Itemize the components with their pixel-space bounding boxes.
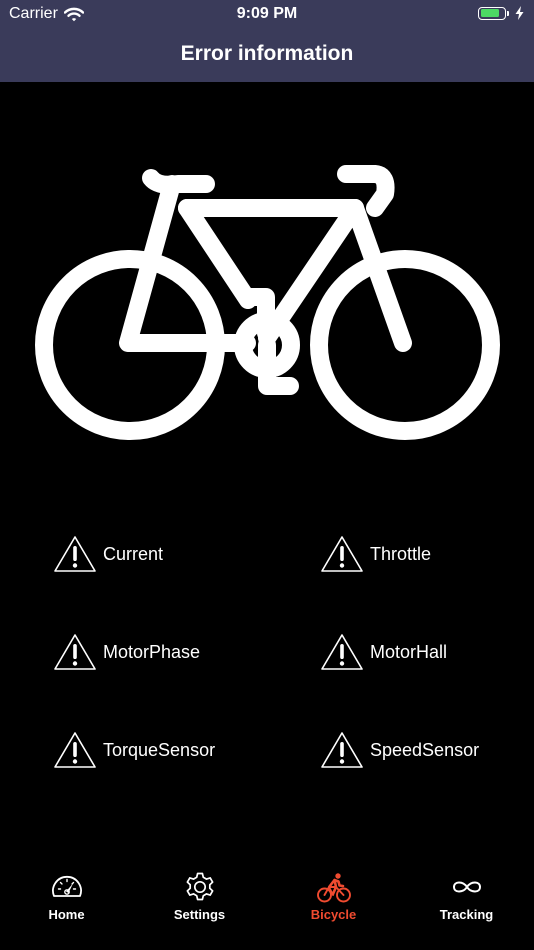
tab-settings[interactable]: Settings	[133, 870, 266, 922]
error-item-throttle: Throttle	[320, 534, 431, 574]
gear-icon	[186, 872, 213, 901]
bolt-icon	[515, 6, 524, 20]
error-label: SpeedSensor	[370, 739, 480, 760]
tab-label: Settings	[173, 907, 226, 922]
warning-icon	[321, 732, 363, 768]
battery-indicator	[478, 6, 524, 20]
status-bar: Carrier 9:09 PM	[0, 0, 534, 28]
navigation-header: Carrier 9:09 PM Error information	[0, 0, 534, 82]
error-item-torque-sensor: TorqueSensor	[53, 730, 215, 770]
error-label: MotorHall	[370, 641, 448, 662]
infinity-icon	[452, 881, 481, 893]
cyclist-icon	[316, 873, 351, 903]
battery-cap	[507, 10, 509, 16]
error-item-speed-sensor: SpeedSensor	[320, 730, 479, 770]
error-item-current: Current	[53, 534, 163, 574]
error-label: Current	[103, 543, 164, 564]
tab-home[interactable]: Home	[0, 870, 133, 922]
error-item-motor-phase: MotorPhase	[53, 632, 200, 672]
error-label: Throttle	[370, 543, 432, 564]
tab-label: Tracking	[439, 907, 494, 922]
battery-level-fill	[480, 9, 499, 17]
tab-bar: Home Settings Bicycle Tracking	[0, 860, 534, 950]
warning-icon	[321, 536, 363, 572]
speedometer-icon	[51, 875, 82, 897]
battery-icon	[478, 6, 506, 20]
tab-bicycle[interactable]: Bicycle	[267, 870, 400, 922]
status-time: 9:09 PM	[236, 5, 298, 22]
warning-icon	[321, 634, 363, 670]
warning-icon	[54, 634, 96, 670]
page-title: Error information	[180, 42, 354, 65]
warning-icon	[54, 732, 96, 768]
error-label: MotorPhase	[103, 641, 201, 662]
tab-tracking[interactable]: Tracking	[400, 870, 533, 922]
tab-label: Bicycle	[310, 907, 357, 922]
tab-label: Home	[48, 907, 85, 922]
warning-icon	[54, 536, 96, 572]
bicycle-icon	[35, 165, 500, 440]
error-item-motor-hall: MotorHall	[320, 632, 447, 672]
error-label: TorqueSensor	[103, 739, 216, 760]
